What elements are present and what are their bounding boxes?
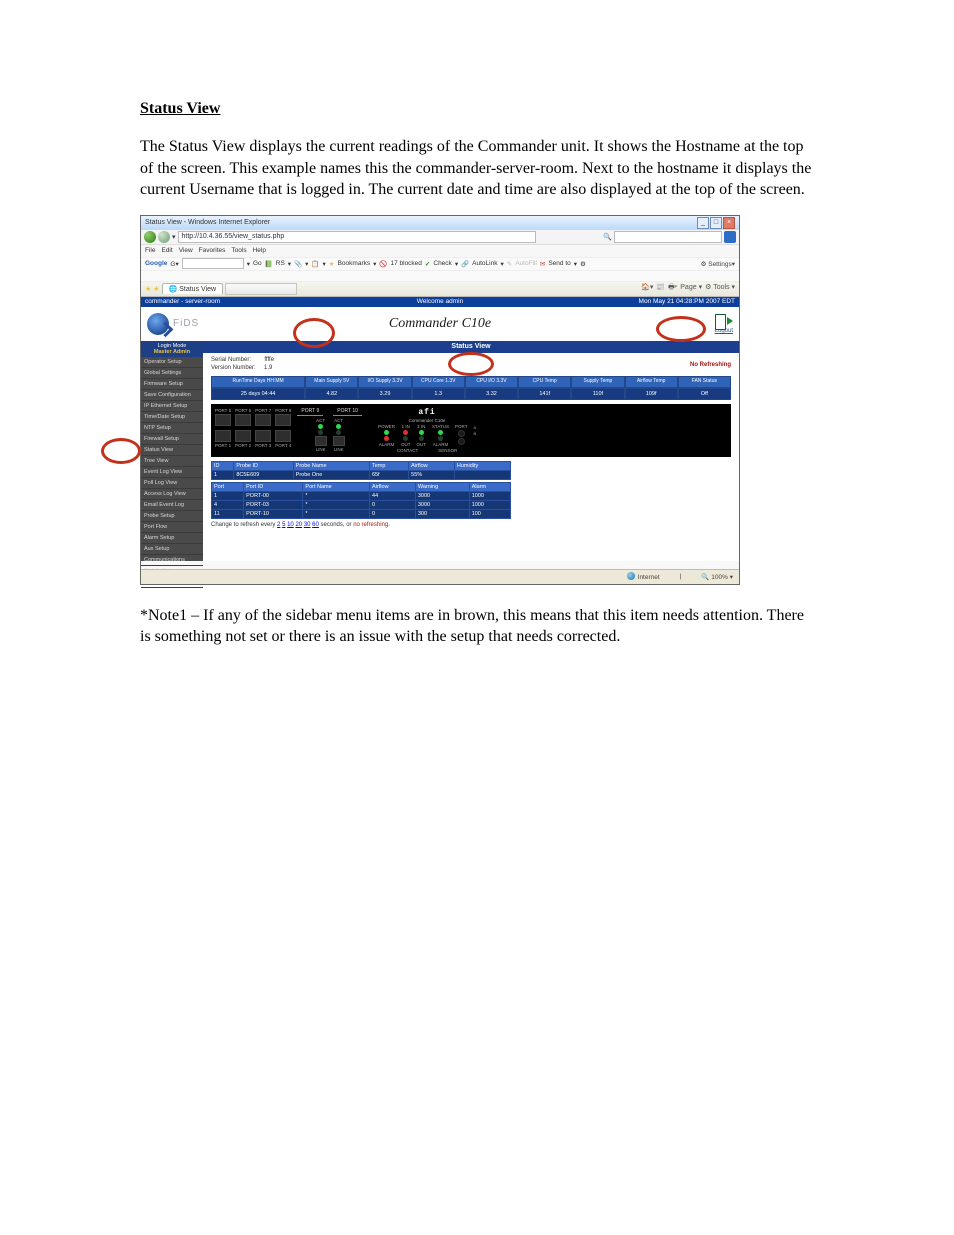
sidebar-item[interactable]: Firewall Setup — [141, 434, 203, 445]
logout-button[interactable]: Logout — [715, 314, 733, 334]
menu-tools[interactable]: Tools — [231, 247, 246, 254]
screenshot-figure: Status View - Windows Internet Explorer … — [140, 215, 740, 585]
device-front-panel: PORT 5 PORT 6 PORT 7 PORT 8 PORT 1 PORT … — [211, 404, 731, 457]
brand-logo-icon — [147, 313, 169, 335]
google-settings-button[interactable]: ⚙ Settings▾ — [701, 260, 735, 268]
maximize-icon[interactable]: □ — [710, 217, 722, 229]
note-paragraph: *Note1 – If any of the sidebar menu item… — [140, 605, 814, 648]
sidebar-item[interactable]: Probe Setup — [141, 511, 203, 522]
annotation-circle-icon — [101, 438, 141, 464]
menu-edit[interactable]: Edit — [161, 247, 172, 254]
sidebar-item[interactable]: Time/Date Setup — [141, 412, 203, 423]
add-favorite-icon[interactable]: ★ — [153, 285, 159, 293]
search-input[interactable] — [614, 231, 722, 243]
refresh-link[interactable]: 5 — [282, 522, 285, 528]
sidebar-item[interactable]: Tree View — [141, 456, 203, 467]
refresh-status: No Refreshing — [690, 362, 731, 368]
google-logo: Google — [145, 260, 167, 267]
page-menu[interactable]: Page ▾ — [680, 283, 702, 294]
refresh-link[interactable]: 20 — [295, 522, 302, 528]
sidebar-item[interactable]: NTP Setup — [141, 423, 203, 434]
sidebar-item[interactable]: Communications — [141, 555, 203, 566]
menu-view[interactable]: View — [179, 247, 193, 254]
table-row: 1 8C5E609 Probe One 65f 55% — [212, 470, 511, 479]
product-title: Commander C10e — [389, 316, 491, 332]
zoom-level[interactable]: 🔍 100% ▾ — [701, 573, 733, 581]
back-icon[interactable] — [144, 231, 156, 243]
no-refresh-link[interactable]: no refreshing — [353, 522, 388, 528]
menu-favorites[interactable]: Favorites — [199, 247, 226, 254]
brand-text: FiDS — [173, 318, 199, 329]
sidebar-item[interactable]: Aux Setup — [141, 544, 203, 555]
search-engine-label: 🔍 — [603, 233, 612, 241]
new-tab-button[interactable] — [225, 283, 297, 295]
sidebar-item[interactable]: Poll Log View — [141, 478, 203, 489]
tab-strip: ★ ★ 🌐 Status View 🏠▾ 📰 🖶▾ Page ▾ ⚙ Tools… — [141, 282, 739, 297]
sidebar-item[interactable]: Alarm Setup — [141, 533, 203, 544]
metrics-value-row: 25 days 04:44 4.82 3.29 1.3 3.32 141f 11… — [211, 388, 731, 400]
feeds-icon[interactable]: 📰 — [656, 283, 665, 294]
datetime-label: Mon May 21 04:28:PM 2007 EDT — [639, 298, 735, 305]
sidebar-item[interactable]: Global Settings — [141, 368, 203, 379]
refresh-link[interactable]: 30 — [304, 522, 311, 528]
section-heading: Status View — [140, 100, 814, 118]
probe-table: ID Probe ID Probe Name Temp Airflow Humi… — [211, 461, 511, 480]
main-panel: Status View Serial Number: ffffe Version… — [203, 341, 739, 561]
menu-help[interactable]: Help — [253, 247, 266, 254]
window-titlebar: Status View - Windows Internet Explorer … — [141, 216, 739, 230]
intro-paragraph: The Status View displays the current rea… — [140, 136, 814, 201]
app-banner: FiDS Commander C10e Logout — [141, 307, 739, 341]
search-go-icon[interactable] — [724, 231, 736, 243]
status-view-bar: Status View — [203, 341, 739, 353]
google-toolbar: Google G▾ ▾ Go 📗RS▾ 📎▾ 📋▾ ★Bookmarks▾ 🚫1… — [141, 258, 739, 271]
sidebar-item[interactable]: Firmware Setup — [141, 379, 203, 390]
port-table: Port Port ID Port Name Airflow Warning A… — [211, 482, 511, 519]
welcome-label: Welcome admin — [417, 298, 463, 305]
refresh-link[interactable]: 10 — [287, 522, 294, 528]
browser-tab[interactable]: 🌐 Status View — [162, 283, 224, 294]
menu-file[interactable]: File — [145, 247, 155, 254]
forward-icon[interactable] — [158, 231, 170, 243]
refresh-link[interactable]: 60 — [312, 522, 319, 528]
table-row: 1PORT-00*4430001000 — [212, 491, 511, 500]
hostname-label: commander - server-room — [145, 298, 220, 305]
print-icon[interactable]: 🖶▾ — [668, 283, 677, 294]
refresh-options: Change to refresh every 2 5 10 20 30 60 … — [211, 522, 731, 528]
minimize-icon[interactable]: _ — [697, 217, 709, 229]
google-go-button[interactable]: Go — [253, 260, 262, 267]
sidebar-item[interactable]: Operator Setup — [141, 357, 203, 368]
sidebar-item[interactable]: Access Log View — [141, 489, 203, 500]
sidebar-item[interactable]: Save Configuration — [141, 390, 203, 401]
google-search-input[interactable] — [182, 258, 244, 269]
home-icon[interactable]: 🏠▾ — [641, 283, 653, 294]
tools-menu[interactable]: ⚙ Tools ▾ — [705, 283, 735, 294]
window-title: Status View - Windows Internet Explorer — [145, 219, 270, 226]
close-icon[interactable]: × — [723, 217, 735, 229]
sidebar-item[interactable]: Port Flow — [141, 522, 203, 533]
metrics-header-row: RunTime Days HH:MM Main Supply 5V I/O Su… — [211, 376, 731, 388]
app-subheader: commander - server-room Welcome admin Mo… — [141, 297, 739, 307]
login-mode-badge: Login Mode Master Admin — [141, 341, 203, 357]
window-controls[interactable]: _□× — [696, 217, 735, 229]
internet-zone: Internet — [627, 572, 660, 581]
refresh-link[interactable]: 2 — [277, 522, 280, 528]
sidebar-item[interactable]: Email Event Log — [141, 500, 203, 511]
panel-brand: afi — [378, 408, 476, 417]
logout-icon — [715, 314, 733, 328]
sidebar-item[interactable]: IP Ethernet Setup — [141, 401, 203, 412]
menu-bar[interactable]: File Edit View Favorites Tools Help — [141, 245, 739, 258]
sidebar-nav: Login Mode Master Admin Operator Setup G… — [141, 341, 203, 561]
table-row: 11PORT-10*0300100 — [212, 509, 511, 518]
address-bar-row: ▾ http://10.4.36.55/view_status.php 🔍 — [141, 230, 739, 245]
sidebar-item[interactable]: Status View — [141, 445, 203, 456]
device-info: Serial Number: ffffe Version Number: 1.9 — [211, 357, 274, 373]
address-input[interactable]: http://10.4.36.55/view_status.php — [178, 231, 536, 243]
favorites-star-icon[interactable]: ★ — [145, 285, 151, 293]
browser-status-bar: Internet | 🔍 100% ▾ — [141, 569, 739, 584]
table-row: 4PORT-03*030001000 — [212, 500, 511, 509]
sidebar-item[interactable]: Event Log View — [141, 467, 203, 478]
